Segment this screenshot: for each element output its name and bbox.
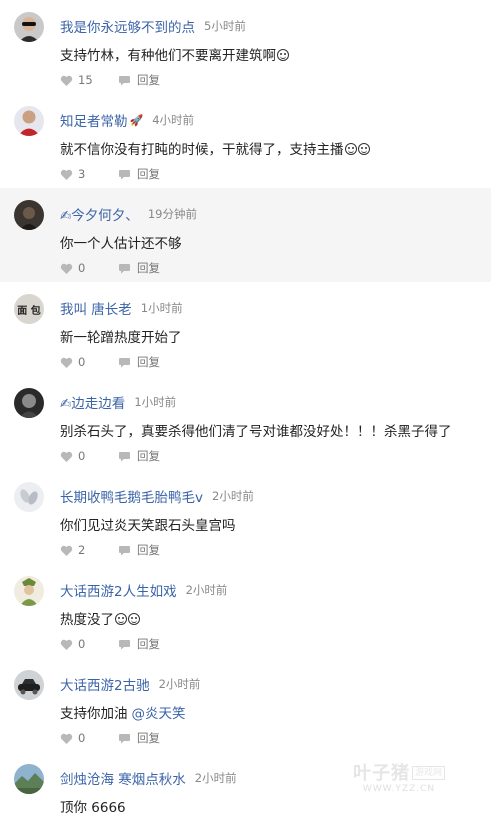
comment-text: 你一个人估计还不够: [60, 236, 182, 252]
comment-item: 知足者常勒 🚀 4小时前 就不信你没有打盹的时候，干就得了，支持主播 3 回复: [0, 94, 491, 188]
timestamp: 2小时前: [194, 771, 237, 785]
comment-item-highlighted: ✍今夕何夕、 19分钟前 你一个人估计还不够 0 回复: [0, 188, 491, 282]
like-count: 0: [78, 449, 86, 463]
comment-text: 新一轮蹭热度开始了: [60, 330, 182, 346]
site-watermark: 叶子猪 游戏网 WWW.YZZ.CN: [353, 765, 445, 794]
avatar[interactable]: [14, 106, 44, 136]
reply-label: 回复: [137, 73, 160, 87]
username[interactable]: ✍今夕何夕、: [60, 204, 139, 224]
chat-bubble-icon: [118, 732, 131, 745]
comment-item: 大话西游2古驰 2小时前 支持你加油 @炎天笑 0 回复: [0, 658, 491, 752]
avatar[interactable]: [14, 764, 44, 794]
smile-emoji-icon: [128, 613, 140, 625]
reply-label: 回复: [137, 261, 160, 275]
like-count: 3: [78, 167, 86, 181]
reply-label: 回复: [137, 449, 160, 463]
username[interactable]: 我叫 唐长老: [60, 298, 132, 318]
chat-bubble-icon: [118, 74, 131, 87]
rocket-icon: 🚀: [129, 113, 144, 127]
heart-icon[interactable]: [60, 262, 73, 275]
avatar[interactable]: 面 包: [14, 294, 44, 324]
like-count: 0: [78, 637, 86, 651]
comment-text: 别杀石头了，真要杀得他们清了号对谁都没好处！！！杀黑子得了: [60, 424, 452, 440]
reply-button[interactable]: 回复: [118, 542, 160, 558]
reply-label: 回复: [137, 637, 160, 651]
reply-button[interactable]: 回复: [118, 636, 160, 652]
reply-label: 回复: [137, 731, 160, 745]
watermark-tag: 游戏网: [411, 766, 445, 780]
heart-icon[interactable]: [60, 168, 73, 181]
comment-item: 我是你永远够不到的点 5小时前 支持竹林，有种他们不要离开建筑啊 15 回复: [0, 0, 491, 94]
avatar[interactable]: [14, 388, 44, 418]
comment-text: 顶你 6666: [60, 800, 126, 816]
mention-link[interactable]: @炎天笑: [132, 706, 186, 722]
chat-bubble-icon: [118, 262, 131, 275]
avatar[interactable]: [14, 12, 44, 42]
smile-emoji-icon: [115, 613, 127, 625]
comment-list: 我是你永远够不到的点 5小时前 支持竹林，有种他们不要离开建筑啊 15 回复 知…: [0, 0, 491, 824]
comment-text: 你们见过炎天笑跟石头皇宫吗: [60, 518, 236, 534]
username[interactable]: 大话西游2人生如戏: [60, 580, 177, 600]
timestamp: 4小时前: [152, 113, 195, 127]
smile-emoji-icon: [277, 49, 289, 61]
comment-item: ✍边走边看 1小时前 别杀石头了，真要杀得他们清了号对谁都没好处！！！杀黑子得了…: [0, 376, 491, 470]
chat-bubble-icon: [118, 356, 131, 369]
timestamp: 2小时前: [212, 489, 254, 503]
username[interactable]: 我是你永远够不到的点: [60, 16, 195, 36]
timestamp: 1小时前: [140, 301, 183, 315]
timestamp: 2小时前: [185, 583, 228, 597]
comment-text: 就不信你没有打盹的时候，干就得了，支持主播: [60, 138, 370, 158]
heart-icon[interactable]: [60, 74, 73, 87]
avatar[interactable]: [14, 200, 44, 230]
like-count: 0: [78, 355, 86, 369]
heart-icon[interactable]: [60, 638, 73, 651]
like-count: 0: [78, 261, 86, 275]
reply-button[interactable]: 回复: [118, 260, 160, 276]
reply-label: 回复: [137, 167, 160, 181]
smile-emoji-icon: [357, 143, 370, 155]
watermark-logo-text: 叶子猪: [352, 763, 410, 784]
reply-button[interactable]: 回复: [118, 72, 160, 88]
heart-icon[interactable]: [60, 356, 73, 369]
comment-item: 大话西游2人生如戏 2小时前 热度没了 0 回复: [0, 564, 491, 658]
chat-bubble-icon: [118, 638, 131, 651]
comment-item: 长期收鸭毛鹅毛胎鸭毛v 2小时前 你们见过炎天笑跟石头皇宫吗 2 回复: [0, 470, 491, 564]
avatar-text: 面 包: [17, 305, 41, 317]
avatar[interactable]: [14, 670, 44, 700]
comment-text: 支持竹林，有种他们不要离开建筑啊: [60, 44, 289, 64]
chat-bubble-icon: [118, 450, 131, 463]
heart-icon[interactable]: [60, 544, 73, 557]
like-count: 0: [78, 731, 86, 745]
comment-text: 热度没了: [60, 608, 140, 628]
username[interactable]: 长期收鸭毛鹅毛胎鸭毛v: [60, 486, 203, 506]
like-count: 15: [78, 73, 93, 87]
reply-label: 回复: [137, 355, 160, 369]
username[interactable]: ✍边走边看: [60, 392, 125, 412]
smile-emoji-icon: [344, 143, 357, 155]
reply-button[interactable]: 回复: [118, 730, 160, 746]
chat-bubble-icon: [118, 544, 131, 557]
avatar[interactable]: [14, 482, 44, 512]
timestamp: 19分钟前: [147, 207, 197, 221]
timestamp: 2小时前: [158, 677, 201, 691]
reply-label: 回复: [137, 543, 160, 557]
username[interactable]: 知足者常勒: [60, 110, 128, 130]
heart-icon[interactable]: [60, 732, 73, 745]
like-count: 2: [78, 543, 86, 557]
reply-button[interactable]: 回复: [118, 448, 160, 464]
chat-bubble-icon: [118, 168, 131, 181]
avatar[interactable]: [14, 576, 44, 606]
username[interactable]: 大话西游2古驰: [60, 674, 150, 694]
comment-item: 面 包 我叫 唐长老 1小时前 新一轮蹭热度开始了 0 回复: [0, 282, 491, 376]
watermark-url: WWW.YZZ.CN: [362, 784, 436, 794]
timestamp: 1小时前: [134, 395, 177, 409]
timestamp: 5小时前: [204, 19, 246, 33]
reply-button[interactable]: 回复: [118, 166, 160, 182]
username[interactable]: 剑烛沧海 寒烟点秋水: [60, 768, 186, 788]
comment-text: 支持你加油 @炎天笑: [60, 706, 186, 722]
heart-icon[interactable]: [60, 450, 73, 463]
reply-button[interactable]: 回复: [118, 354, 160, 370]
